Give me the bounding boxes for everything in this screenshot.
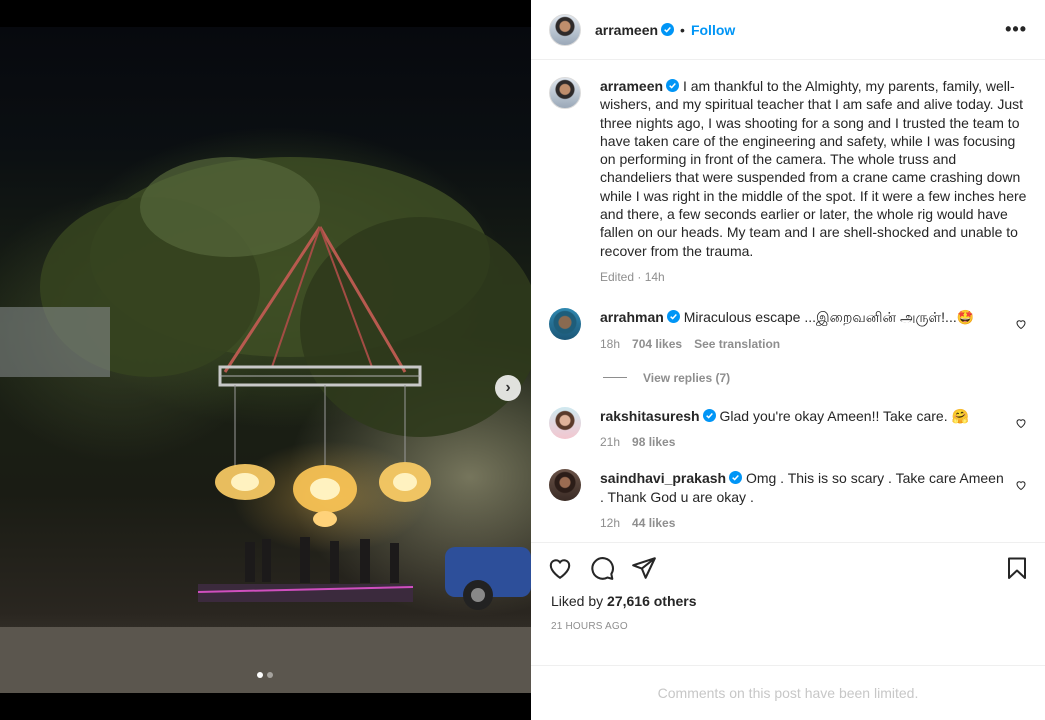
chandelier-left bbox=[215, 464, 275, 500]
view-replies-button[interactable]: View replies (7) bbox=[603, 371, 1027, 385]
comment-likes[interactable]: 704 likes bbox=[632, 337, 682, 351]
comment-likes[interactable]: 98 likes bbox=[632, 435, 675, 449]
comments-list[interactable]: arrameen I am thankful to the Almighty, … bbox=[531, 61, 1045, 542]
follow-button[interactable]: Follow bbox=[691, 22, 735, 38]
more-options-icon[interactable]: ••• bbox=[1005, 19, 1027, 40]
carousel-indicator bbox=[257, 672, 273, 678]
comment-icon[interactable] bbox=[589, 555, 615, 581]
comment-like-heart-icon[interactable] bbox=[1015, 479, 1027, 491]
post-side-panel: arrameen • Follow ••• arrameen I am than… bbox=[531, 0, 1045, 720]
comment-time: 18h bbox=[600, 336, 621, 351]
comment-item: saindhavi_prakash Omg . This is so scary… bbox=[549, 469, 1027, 532]
verified-badge-icon bbox=[666, 79, 680, 92]
comment-like-heart-icon[interactable] bbox=[1015, 318, 1027, 330]
chandelier-right bbox=[379, 462, 431, 502]
caption-edited: Edited · 14h bbox=[600, 269, 665, 284]
carousel-dot-1 bbox=[257, 672, 263, 678]
comments-limited-notice: Comments on this post have been limited. bbox=[531, 665, 1045, 720]
carousel-next-button[interactable]: › bbox=[495, 375, 521, 401]
comment-text: Miraculous escape ...இறைவனின் அருள்!...🤩 bbox=[683, 309, 975, 326]
comment-text: Glad you're okay Ameen!! Take care. 🤗 bbox=[719, 407, 969, 424]
post-timestamp: 21 HOURS AGO bbox=[551, 621, 628, 632]
commenter-avatar[interactable] bbox=[549, 469, 581, 502]
view-replies-label: View replies (7) bbox=[643, 370, 731, 385]
like-count[interactable]: Liked by 27,616 others bbox=[547, 593, 1029, 609]
verified-badge-icon bbox=[661, 23, 675, 36]
comment-time: 21h bbox=[600, 435, 621, 450]
post-caption: arrameen I am thankful to the Almighty, … bbox=[549, 77, 1027, 286]
comment-likes[interactable]: 44 likes bbox=[632, 516, 675, 530]
like-heart-icon[interactable] bbox=[547, 555, 573, 581]
comment-item: arrahman Miraculous escape ...இறைவனின் அ… bbox=[549, 308, 1027, 353]
post-media: › bbox=[0, 0, 531, 720]
post-photo[interactable]: › bbox=[0, 27, 531, 693]
post-header: arrameen • Follow ••• bbox=[531, 0, 1045, 60]
verified-badge-icon bbox=[702, 408, 716, 422]
share-icon[interactable] bbox=[631, 555, 657, 581]
comment-time: 12h bbox=[600, 516, 621, 531]
author-avatar[interactable] bbox=[549, 13, 581, 46]
see-translation-link[interactable]: See translation bbox=[694, 337, 780, 351]
liked-by-prefix: Liked by bbox=[551, 593, 604, 609]
commenter-username[interactable]: saindhavi_prakash bbox=[600, 470, 726, 486]
caption-username[interactable]: arrameen bbox=[600, 78, 663, 94]
commenter-username[interactable]: rakshitasuresh bbox=[600, 408, 700, 424]
verified-badge-icon bbox=[666, 310, 680, 324]
carousel-dot-2 bbox=[267, 672, 273, 678]
view-replies-line bbox=[603, 377, 627, 379]
commenter-username[interactable]: arrahman bbox=[600, 309, 664, 325]
caption-avatar[interactable] bbox=[549, 77, 581, 109]
author-username[interactable]: arrameen bbox=[595, 22, 658, 38]
caption-text: I am thankful to the Almighty, my parent… bbox=[600, 78, 1027, 259]
header-separator: • bbox=[680, 21, 685, 38]
comment-item: rakshitasuresh Glad you're okay Ameen!! … bbox=[549, 406, 1027, 452]
post-actions: Liked by 27,616 others 21 HOURS AGO bbox=[531, 542, 1045, 632]
chandelier-center bbox=[293, 465, 357, 527]
save-bookmark-icon[interactable] bbox=[1005, 555, 1029, 581]
comment-like-heart-icon[interactable] bbox=[1015, 417, 1027, 429]
liked-by-count[interactable]: 27,616 others bbox=[607, 593, 697, 609]
scene-illustration bbox=[0, 157, 531, 693]
verified-badge-icon bbox=[729, 471, 743, 485]
commenter-avatar[interactable] bbox=[549, 308, 581, 341]
commenter-avatar[interactable] bbox=[549, 406, 581, 439]
